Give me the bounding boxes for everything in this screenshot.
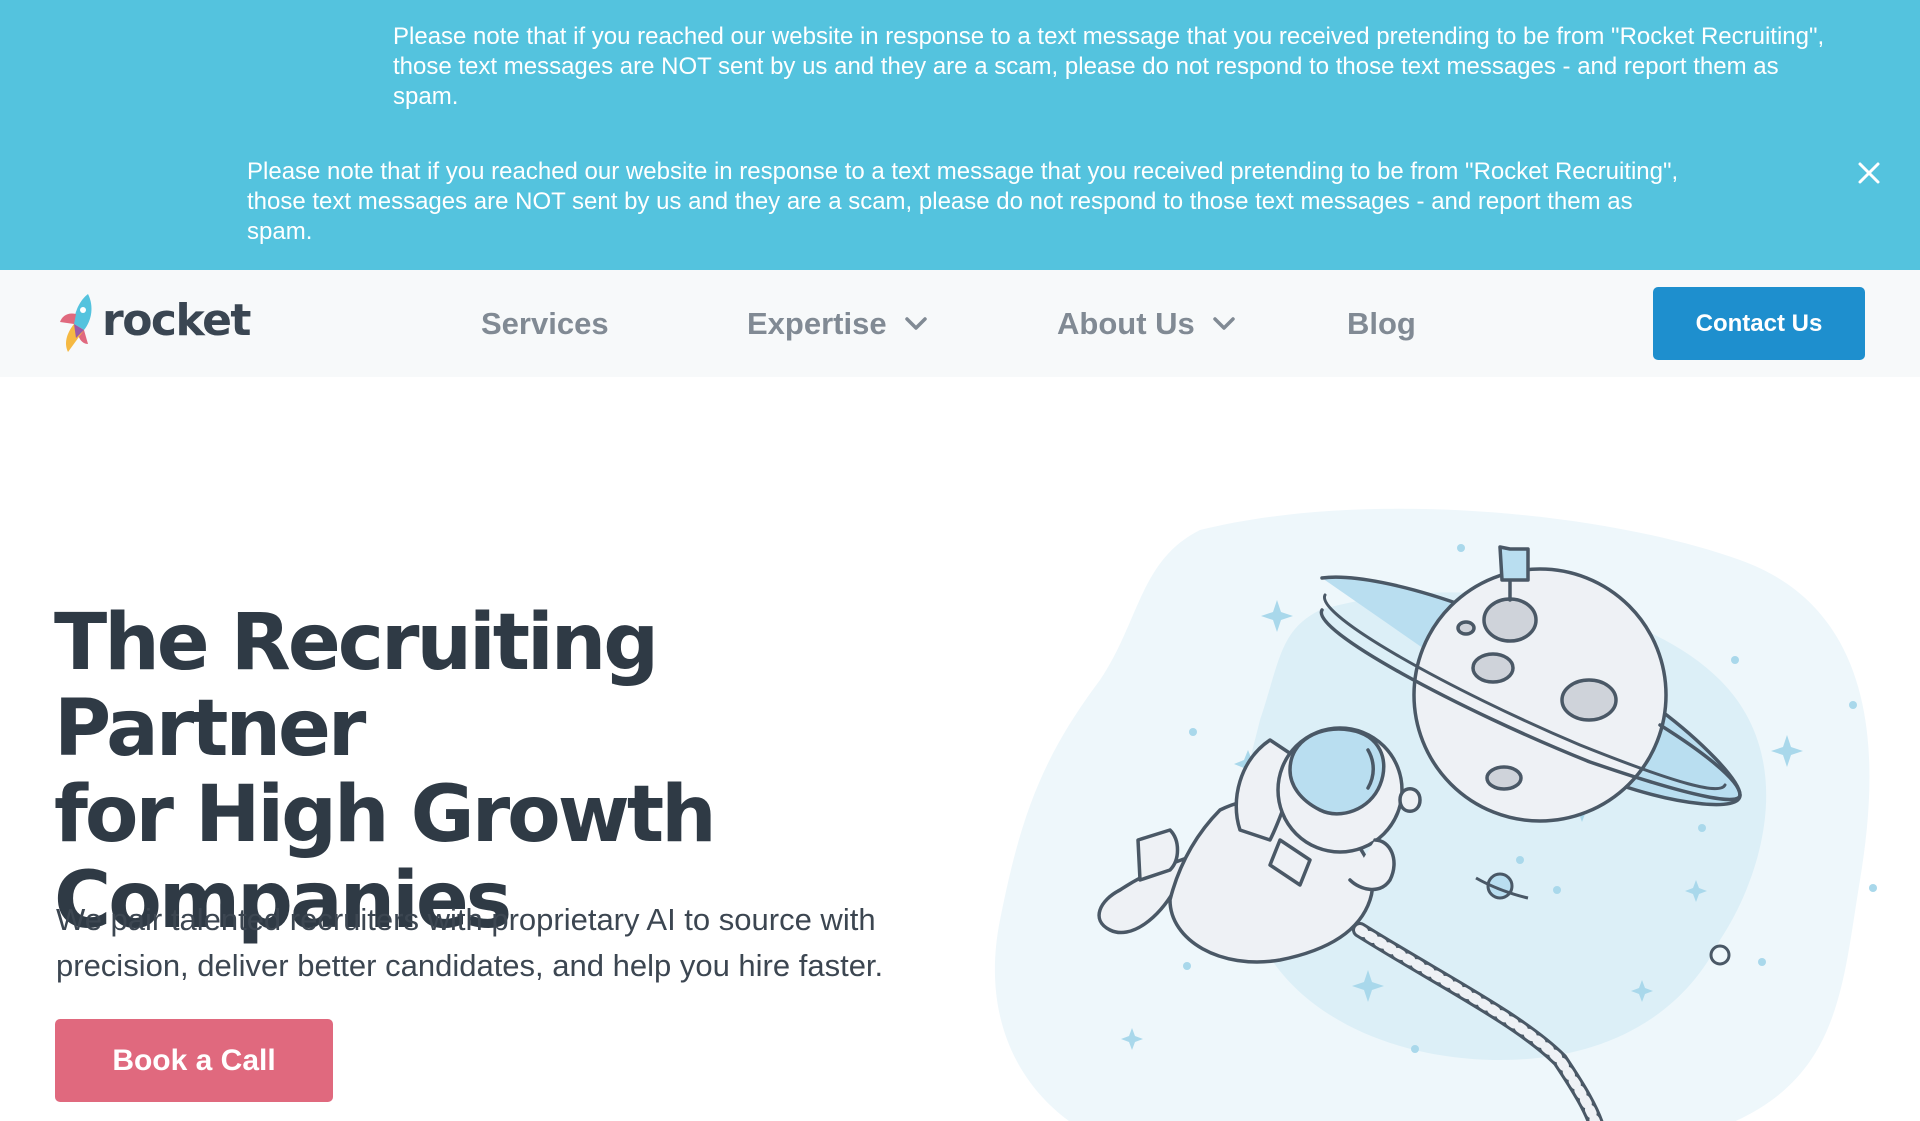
scam-notice-text-primary: Please note that if you reached our webs… xyxy=(393,23,1825,110)
book-a-call-button[interactable]: Book a Call xyxy=(55,1019,333,1102)
nav-item-label: Blog xyxy=(1347,306,1416,341)
nav-item-label: Expertise xyxy=(747,306,887,341)
nav-item-label: Services xyxy=(481,306,609,341)
nav-item-blog[interactable]: Blog xyxy=(1347,300,1416,348)
nav-item-expertise[interactable]: Expertise xyxy=(747,300,927,348)
chevron-down-icon xyxy=(904,317,927,330)
hero-subtitle-line: We pair talented recruiters with proprie… xyxy=(56,902,876,937)
hero-title: The Recruiting Partner for High Growth C… xyxy=(54,600,974,944)
astronaut-planet-illustration xyxy=(994,508,1877,1121)
hero-subtitle-line: precision, deliver better candidates, an… xyxy=(56,948,884,983)
hero-title-line: for High Growth xyxy=(54,770,717,860)
logo-wordmark: rocket xyxy=(102,294,251,346)
contact-us-button[interactable]: Contact Us xyxy=(1653,287,1865,360)
close-icon[interactable] xyxy=(1853,157,1885,189)
rocket-logo[interactable]: rocket xyxy=(54,292,251,356)
nav-item-services[interactable]: Services xyxy=(481,300,609,348)
hero-title-line: The Recruiting Partner xyxy=(54,598,659,774)
chevron-down-icon xyxy=(1213,317,1235,330)
rocket-logo-icon xyxy=(60,294,92,352)
scam-notice-text-secondary: Please note that if you reached our webs… xyxy=(247,158,1679,245)
scam-notice-banner: Please note that if you reached our webs… xyxy=(0,0,1920,270)
nav-item-label: About Us xyxy=(1057,306,1195,341)
nav-item-about-us[interactable]: About Us xyxy=(1057,300,1235,348)
hero-subtitle: We pair talented recruiters with proprie… xyxy=(56,897,936,989)
main-navigation xyxy=(0,270,1920,377)
